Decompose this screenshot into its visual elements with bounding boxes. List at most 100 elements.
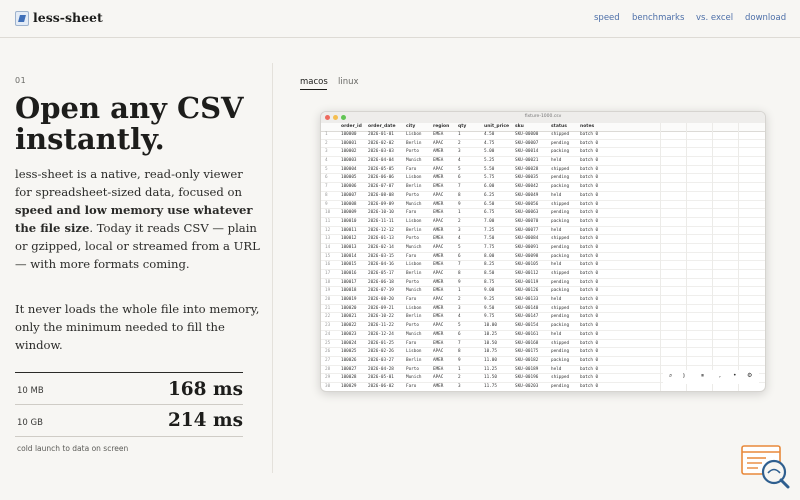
- table-row[interactable]: 1 100000 2026-01-01 Lisbon EMEA 1 4.50 SKU-0000…: [321, 131, 765, 140]
- table-cell: 10.75: [484, 349, 497, 355]
- table-cell: 2: [458, 375, 461, 381]
- table-cell: 100016: [341, 271, 357, 276]
- table-cell: 100025: [341, 349, 357, 355]
- column-header[interactable]: status: [551, 124, 567, 129]
- table-cell: packing: [551, 218, 570, 224]
- table-cell: 8.50: [484, 271, 495, 276]
- table-row[interactable]: 18 100017 2026-06-18 Porto AMER 9 8.75 SKU-0011…: [321, 279, 765, 288]
- table-cell: Porto: [406, 236, 419, 242]
- row-number: 9: [325, 201, 328, 207]
- table-cell: SKU-00133: [515, 297, 539, 303]
- table-cell: 3: [458, 383, 461, 389]
- nav-download[interactable]: download: [745, 13, 786, 23]
- table-row[interactable]: 13 100012 2026-01-13 Porto EMEA 4 7.50 SKU-0008…: [321, 235, 765, 244]
- scroll-sync-icon[interactable]: ⦆: [683, 372, 685, 380]
- column-header[interactable]: unit_price: [484, 124, 509, 129]
- table-row[interactable]: 23 100022 2026-11-22 Porto APAC 5 10.00 SKU-001…: [321, 322, 765, 331]
- intro-text-a: less-sheet is a native, read-only viewer…: [15, 167, 243, 199]
- metric-value-10gb: 214 ms: [167, 410, 243, 431]
- table-row[interactable]: 25 100024 2026-01-25 Faro EMEA 7 10.50 SKU-0016…: [321, 340, 765, 349]
- column-header[interactable]: region: [433, 124, 449, 129]
- table-cell: batch 0: [580, 201, 599, 207]
- table-row[interactable]: 8 100007 2026-08-08 Porto APAC 8 6.25 SKU-00049…: [321, 192, 765, 201]
- tab-active-underline: [300, 89, 327, 90]
- table-row[interactable]: 11 100010 2026-11-11 Lisbon APAC 2 7.00 SKU-000…: [321, 218, 765, 227]
- table-cell: 2026-05-05: [368, 166, 394, 172]
- row-number: 12: [325, 227, 331, 233]
- table-row[interactable]: 7 100006 2026-07-07 Berlin EMEA 7 6.00 SKU-0004…: [321, 183, 765, 192]
- table-cell: Munich: [406, 288, 422, 294]
- nav-speed[interactable]: speed: [594, 13, 620, 23]
- row-number: 11: [325, 218, 331, 224]
- table-cell: SKU-00084: [515, 236, 539, 242]
- table-cell: 2: [458, 140, 461, 146]
- column-header[interactable]: qty: [458, 124, 466, 129]
- table-row[interactable]: 10 100009 2026-10-10 Faro EMEA 1 6.75 SKU-00063…: [321, 209, 765, 218]
- row-number: 14: [325, 244, 331, 250]
- table-cell: Munich: [406, 158, 422, 164]
- table-cell: 1: [458, 288, 461, 294]
- table-cell: 5.00: [484, 149, 495, 155]
- nav-benchmarks[interactable]: benchmarks: [632, 13, 684, 23]
- table-cell: 4: [458, 236, 461, 242]
- viewer-toolbar: ⌕ ⦆ ⏸ , • ⚙: [663, 370, 759, 384]
- table-cell: 7.00: [484, 218, 495, 224]
- nav-vs-excel[interactable]: vs. excel: [696, 13, 733, 23]
- table-row[interactable]: 17 100016 2026-05-17 Berlin APAC 8 8.50 SKU-001…: [321, 270, 765, 279]
- row-number: 16: [325, 262, 331, 268]
- table-cell: batch 0: [580, 375, 599, 381]
- brand-name[interactable]: less-sheet: [33, 10, 103, 25]
- table-row[interactable]: 27 100026 2026-03-27 Berlin AMER 9 11.00 SKU-00…: [321, 357, 765, 366]
- column-header[interactable]: city: [406, 124, 415, 129]
- column-header[interactable]: sku: [515, 124, 524, 129]
- table-cell: 5: [458, 244, 461, 250]
- table-cell: 100026: [341, 357, 357, 363]
- row-number: 21: [325, 305, 331, 311]
- table-row[interactable]: 4 100003 2026-04-04 Munich EMEA 4 5.25 SKU-0002…: [321, 157, 765, 166]
- column-header[interactable]: order_date: [368, 124, 396, 129]
- table-cell: EMEA: [433, 314, 444, 320]
- table-row[interactable]: 26 100025 2026-02-26 Lisbon APAC 8 10.75 SKU-00…: [321, 348, 765, 357]
- table-row[interactable]: 19 100018 2026-07-19 Munich EMEA 1 9.00 SKU-001…: [321, 287, 765, 297]
- table-cell: 100003: [341, 158, 357, 164]
- column-header[interactable]: notes: [580, 124, 594, 129]
- column-header[interactable]: order_id: [341, 124, 362, 129]
- table-row[interactable]: 6 100005 2026-06-06 Lisbon AMER 6 5.75 SKU-0003…: [321, 174, 765, 184]
- table-row[interactable]: 5 100004 2026-05-05 Faro APAC 5 5.50 SKU-00028 s…: [321, 166, 765, 175]
- table-row[interactable]: 24 100023 2026-12-24 Munich AMER 6 10.25 SKU-00…: [321, 331, 765, 340]
- table-cell: EMEA: [433, 132, 444, 137]
- table-cell: 100022: [341, 323, 357, 329]
- search-icon[interactable]: ⌕: [669, 372, 672, 380]
- table-row[interactable]: 9 100008 2026-09-09 Munich AMER 9 6.50 SKU-0005…: [321, 201, 765, 210]
- table-row[interactable]: 20 100019 2026-08-20 Faro APAC 2 9.25 SKU-00133…: [321, 296, 765, 305]
- table-row[interactable]: 14 100013 2026-02-14 Munich APAC 5 7.75 SKU-000…: [321, 244, 765, 253]
- table-row[interactable]: 22 100021 2026-10-22 Berlin EMEA 4 9.75 SKU-001…: [321, 313, 765, 323]
- table-row[interactable]: 2 100001 2026-02-02 Berlin APAC 2 4.75 SKU-0000…: [321, 140, 765, 149]
- settings-icon[interactable]: ⚙: [747, 372, 752, 379]
- table-row[interactable]: 15 100014 2026-03-15 Faro AMER 6 8.00 SKU-00098…: [321, 253, 765, 262]
- table-cell: pending: [551, 140, 570, 146]
- table-cell: batch 0: [580, 166, 599, 172]
- table-row[interactable]: 3 100002 2026-03-03 Porto AMER 3 5.00 SKU-00014…: [321, 148, 765, 158]
- table-cell: 100012: [341, 236, 357, 242]
- table-row[interactable]: 30 100029 2026-06-02 Faro AMER 3 11.75 SKU-0020…: [321, 383, 765, 391]
- table-cell: 8: [458, 349, 461, 355]
- table-cell: SKU-00042: [515, 184, 539, 190]
- tab-linux[interactable]: linux: [338, 77, 359, 87]
- skip-icon[interactable]: ⏸: [701, 372, 704, 380]
- table-row[interactable]: 21 100020 2026-09-21 Lisbon AMER 3 9.50 SKU-001…: [321, 305, 765, 314]
- table-cell: 7.50: [484, 236, 495, 242]
- logo-icon[interactable]: [15, 11, 29, 26]
- table-cell: AMER: [433, 383, 444, 389]
- table-row[interactable]: 12 100011 2026-12-12 Berlin AMER 3 7.25 SKU-000…: [321, 227, 765, 236]
- tab-macos[interactable]: macos: [300, 77, 328, 87]
- comma-separator-icon[interactable]: ,: [719, 372, 721, 379]
- table-cell: AMER: [433, 253, 444, 259]
- row-number: 27: [325, 357, 331, 363]
- more-icon[interactable]: •: [733, 372, 737, 379]
- memory-paragraph: It never loads the whole file into memor…: [15, 302, 260, 352]
- table-cell: 4: [458, 314, 461, 320]
- table-row[interactable]: 16 100015 2026-04-16 Lisbon EMEA 7 8.25 SKU-001…: [321, 261, 765, 270]
- docs-search-icon[interactable]: [740, 443, 790, 491]
- table-body[interactable]: 1 100000 2026-01-01 Lisbon EMEA 1 4.50 SKU-0000…: [321, 131, 765, 391]
